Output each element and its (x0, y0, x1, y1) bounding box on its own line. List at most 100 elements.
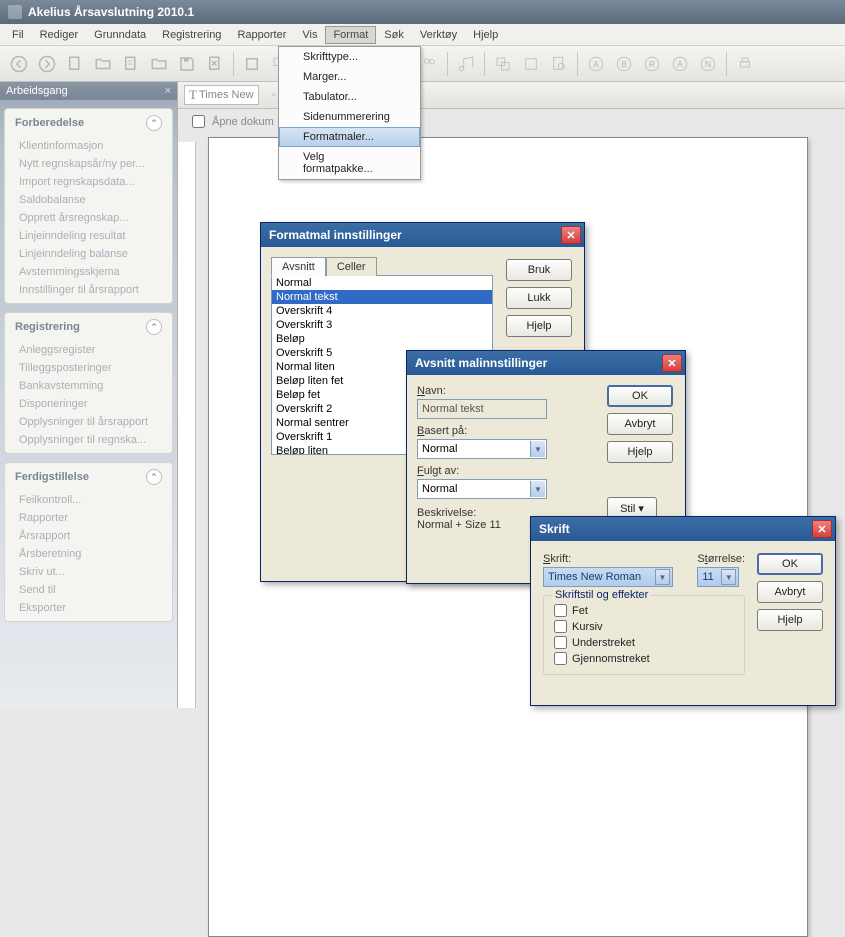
toolbar-separator (726, 52, 727, 76)
hjelp-button[interactable]: Hjelp (607, 441, 673, 463)
sidebar-item[interactable]: Rapporter (5, 509, 172, 527)
menuitem-formatmaler[interactable]: Formatmaler... (279, 127, 420, 147)
list-item[interactable]: Overskrift 4 (272, 304, 492, 318)
font-name-value: Times New (199, 89, 254, 101)
tool-button[interactable] (518, 51, 544, 77)
bruk-button[interactable]: Bruk (506, 259, 572, 281)
tab-celler[interactable]: Celler (326, 257, 377, 276)
gjennom-label: Gjennomstreket (572, 653, 650, 665)
delete-button[interactable] (202, 51, 228, 77)
sidebar-section-head[interactable]: Ferdigstillelse⌃ (5, 463, 172, 491)
sidebar-item[interactable]: Disponeringer (5, 395, 172, 413)
list-item[interactable]: Normal tekst (272, 290, 492, 304)
menu-fil[interactable]: Fil (4, 26, 32, 44)
tool-button[interactable] (490, 51, 516, 77)
gjennomstreket-checkbox[interactable] (554, 652, 567, 665)
letter-n-button[interactable]: N (695, 51, 721, 77)
dialog-skrift-titlebar[interactable]: Skrift ✕ (531, 517, 835, 541)
list-item[interactable]: Beløp (272, 332, 492, 346)
sidebar-item[interactable]: Årsrapport (5, 527, 172, 545)
close-icon[interactable]: ✕ (561, 226, 581, 244)
close-icon[interactable]: ✕ (662, 354, 682, 372)
sidebar-close-icon[interactable]: × (165, 85, 171, 97)
note-button[interactable] (453, 51, 479, 77)
tool-button[interactable] (239, 51, 265, 77)
menu-registrering[interactable]: Registrering (154, 26, 229, 44)
letter-a2-button[interactable]: A (667, 51, 693, 77)
sidebar-section-head[interactable]: Registrering⌃ (5, 313, 172, 341)
sidebar-item[interactable]: Nytt regnskapsår/ny per... (5, 155, 172, 173)
sidebar-item[interactable]: Eksporter (5, 599, 172, 617)
avbryt-button[interactable]: Avbryt (757, 581, 823, 603)
lukk-button[interactable]: Lukk (506, 287, 572, 309)
sidebar-section-head[interactable]: Forberedelse⌃ (5, 109, 172, 137)
sidebar-item[interactable]: Linjeinndeling resultat (5, 227, 172, 245)
ok-button[interactable]: OK (607, 385, 673, 407)
hjelp-button[interactable]: Hjelp (506, 315, 572, 337)
sidebar-item[interactable]: Linjeinndeling balanse (5, 245, 172, 263)
font-name-combo[interactable]: T Times New (184, 85, 259, 105)
toolbar-separator (577, 52, 578, 76)
ok-button[interactable]: OK (757, 553, 823, 575)
menu-rediger[interactable]: Rediger (32, 26, 87, 44)
hjelp-button[interactable]: Hjelp (757, 609, 823, 631)
list-item[interactable]: Overskrift 3 (272, 318, 492, 332)
menu-grunndata[interactable]: Grunndata (86, 26, 154, 44)
sidebar-item[interactable]: Saldobalanse (5, 191, 172, 209)
menu-format[interactable]: Format (325, 26, 376, 44)
basert-combo[interactable]: Normal ▼ (417, 439, 547, 459)
storrelse-combo[interactable]: 11 ▼ (697, 567, 739, 587)
new-doc-button[interactable] (118, 51, 144, 77)
menu-rapporter[interactable]: Rapporter (229, 26, 294, 44)
list-item[interactable]: Normal (272, 276, 492, 290)
sidebar-item[interactable]: Tilleggsposteringer (5, 359, 172, 377)
fulgt-combo[interactable]: Normal ▼ (417, 479, 547, 499)
sidebar-item[interactable]: Innstillinger til årsrapport (5, 281, 172, 299)
dialog-formatmal-titlebar[interactable]: Formatmal innstillinger ✕ (261, 223, 584, 247)
kursiv-checkbox[interactable] (554, 620, 567, 633)
sidebar-item[interactable]: Anleggsregister (5, 341, 172, 359)
letter-r-button[interactable]: R (639, 51, 665, 77)
sidebar-item[interactable]: Skriv ut... (5, 563, 172, 581)
skrift-label: Skrift: (543, 553, 683, 565)
menu-hjelp[interactable]: Hjelp (465, 26, 506, 44)
sidebar-item[interactable]: Opplysninger til regnska... (5, 431, 172, 449)
menuitem-skrifttype[interactable]: Skrifttype... (279, 47, 420, 67)
avbryt-button[interactable]: Avbryt (607, 413, 673, 435)
open-button[interactable] (90, 51, 116, 77)
understreket-checkbox[interactable] (554, 636, 567, 649)
save-button[interactable] (174, 51, 200, 77)
new-button[interactable] (62, 51, 88, 77)
preview-button[interactable] (546, 51, 572, 77)
sidebar-item[interactable]: Klientinformasjon (5, 137, 172, 155)
open-doc-checkbox[interactable] (192, 115, 205, 128)
dialog-avsnitt-titlebar[interactable]: Avsnitt malinnstillinger ✕ (407, 351, 685, 375)
letter-a-button[interactable]: A (583, 51, 609, 77)
sidebar-item[interactable]: Import regnskapsdata... (5, 173, 172, 191)
menuitem-marger[interactable]: Marger... (279, 67, 420, 87)
close-icon[interactable]: ✕ (812, 520, 832, 538)
nav-forward-button[interactable] (34, 51, 60, 77)
skriftstil-groupbox: Skriftstil og effekter Fet Kursiv Unders… (543, 595, 745, 675)
sidebar-item[interactable]: Feilkontroll... (5, 491, 172, 509)
sidebar-item[interactable]: Avstemmingsskjema (5, 263, 172, 281)
menu-sok[interactable]: Søk (376, 26, 412, 44)
print-button[interactable] (732, 51, 758, 77)
letter-b-button[interactable]: B (611, 51, 637, 77)
menuitem-tabulator[interactable]: Tabulator... (279, 87, 420, 107)
menuitem-sidenummerering[interactable]: Sidenummerering (279, 107, 420, 127)
menuitem-velg-formatpakke[interactable]: Velg formatpakke... (279, 147, 420, 179)
sidebar-item[interactable]: Opprett årsregnskap... (5, 209, 172, 227)
menu-verktoy[interactable]: Verktøy (412, 26, 465, 44)
fet-checkbox[interactable] (554, 604, 567, 617)
tab-avsnitt[interactable]: Avsnitt (271, 257, 326, 277)
navn-input[interactable] (417, 399, 547, 419)
sidebar-item[interactable]: Send til (5, 581, 172, 599)
folder-doc-button[interactable] (146, 51, 172, 77)
skrift-combo[interactable]: Times New Roman ▼ (543, 567, 673, 587)
sidebar-item[interactable]: Bankavstemming (5, 377, 172, 395)
sidebar-item[interactable]: Årsberetning (5, 545, 172, 563)
sidebar-item[interactable]: Opplysninger til årsrapport (5, 413, 172, 431)
menu-vis[interactable]: Vis (294, 26, 325, 44)
nav-back-button[interactable] (6, 51, 32, 77)
